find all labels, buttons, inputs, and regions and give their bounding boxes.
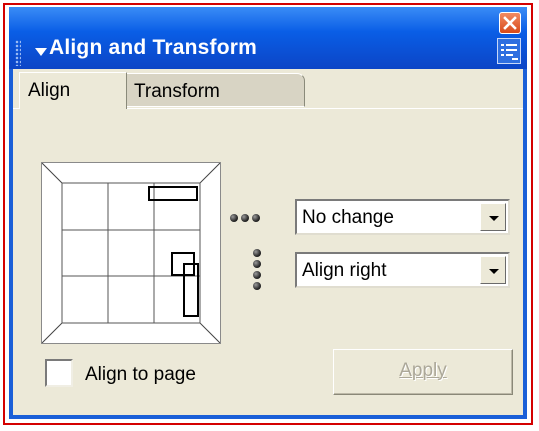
tab-align[interactable]: Align bbox=[19, 72, 127, 109]
close-icon[interactable] bbox=[499, 12, 521, 34]
tab-strip: Transform Align bbox=[13, 69, 523, 109]
apply-button-label: Apply bbox=[399, 360, 447, 381]
horizontal-align-value: No change bbox=[302, 207, 394, 228]
align-to-page-label[interactable]: Align to page bbox=[85, 364, 196, 386]
chevron-down-icon[interactable] bbox=[480, 203, 506, 231]
vertical-align-value: Align right bbox=[302, 260, 387, 281]
align-to-page-checkbox[interactable] bbox=[45, 359, 73, 387]
apply-button[interactable]: Apply bbox=[333, 349, 513, 395]
drag-grip-icon[interactable] bbox=[15, 40, 21, 66]
align-transform-panel: Align and Transform Transform Align No c… bbox=[9, 7, 527, 419]
chevron-down-icon[interactable] bbox=[480, 256, 506, 284]
panel-title: Align and Transform bbox=[49, 36, 257, 59]
tab-transform[interactable]: Transform bbox=[125, 73, 305, 107]
alignment-preview-grid[interactable] bbox=[41, 162, 221, 344]
collapse-triangle-icon[interactable] bbox=[35, 48, 47, 56]
title-bar[interactable]: Align and Transform bbox=[9, 7, 527, 69]
panel-menu-icon[interactable] bbox=[497, 38, 521, 64]
horizontal-align-select[interactable]: No change bbox=[295, 199, 510, 235]
vertical-align-select[interactable]: Align right bbox=[295, 252, 510, 288]
